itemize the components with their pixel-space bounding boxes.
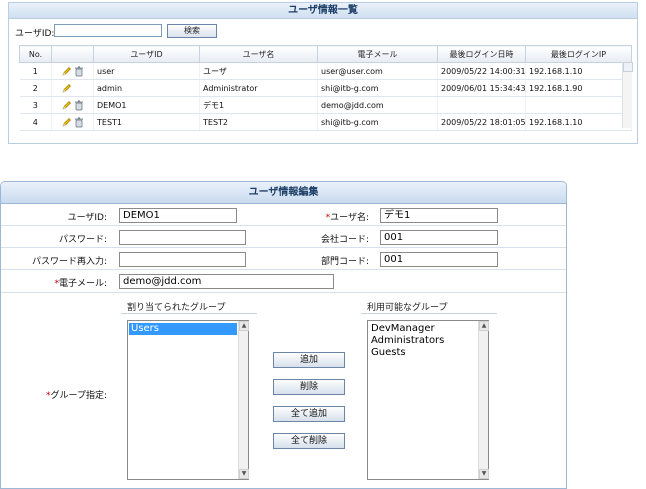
group-option[interactable]: Guests <box>369 347 477 359</box>
pencil-icon[interactable] <box>61 100 72 111</box>
row-actions <box>51 113 94 131</box>
row-user-name: ユーザ <box>199 62 318 80</box>
row-user-name: Administrator <box>199 79 318 97</box>
trash-icon[interactable] <box>74 100 84 111</box>
add-group-button[interactable]: 追加 <box>273 352 345 368</box>
assigned-groups-options: Users <box>129 323 237 335</box>
scroll-up-icon[interactable]: ▲ <box>479 321 489 331</box>
row-email: shi@itb-g.com <box>317 113 438 131</box>
row-user-id: TEST1 <box>93 113 200 131</box>
available-groups-header: 利用可能なグループ <box>361 300 497 314</box>
row-no: 2 <box>19 79 52 97</box>
remove-all-groups-button[interactable]: 全て削除 <box>273 433 345 449</box>
column-header-no[interactable]: No. <box>19 45 52 63</box>
user-name-field[interactable]: デモ1 <box>380 208 498 223</box>
row-last-login: 2009/05/22 14:00:31 <box>437 62 526 80</box>
group-option[interactable]: DevManager <box>369 323 477 335</box>
row-no: 1 <box>19 62 52 80</box>
form-row-password: パスワード: 会社コード: 001 <box>1 227 566 248</box>
table-row[interactable]: 1 user ユーザ user@user.com 2009/05/22 14:0… <box>19 62 632 80</box>
table-row[interactable]: 3 DEMO1 デモ1 demo@jdd.com <box>19 96 632 114</box>
company-code-label: 会社コード: <box>320 235 369 245</box>
row-user-name: TEST2 <box>199 113 318 131</box>
column-header-last-ip[interactable]: 最後ログインIP <box>525 45 632 63</box>
dept-code-field[interactable]: 001 <box>380 252 498 267</box>
scroll-up-icon[interactable]: ▲ <box>239 321 249 331</box>
form-row-user-id: ユーザID: DEMO1 *ユーザ名: デモ1 <box>1 205 566 226</box>
group-assignment-section: *グループ指定: 割り当てられたグループ Users ▲ ▼ 追加 削除 全て追… <box>1 294 566 489</box>
list-scrollbar[interactable] <box>622 62 633 128</box>
available-groups-scrollbar[interactable]: ▲ ▼ <box>478 321 489 479</box>
column-header-email[interactable]: 電子メール <box>317 45 438 63</box>
scroll-down-icon[interactable]: ▼ <box>479 469 489 479</box>
user-id-search-input[interactable] <box>54 24 162 37</box>
row-no: 4 <box>19 113 52 131</box>
password-confirm-field[interactable] <box>119 252 246 267</box>
available-groups-list[interactable]: DevManager Administrators Guests ▲ ▼ <box>367 320 489 480</box>
form-row-email: *電子メール: demo@jdd.com <box>1 271 566 293</box>
assigned-groups-header: 割り当てられたグループ <box>121 300 257 314</box>
password-confirm-label: パスワード再入力: <box>31 257 107 267</box>
remove-group-button[interactable]: 削除 <box>273 379 345 395</box>
column-header-last-login[interactable]: 最後ログイン日時 <box>437 45 526 63</box>
search-bar: ユーザID: 検索 <box>9 20 637 42</box>
column-header-user-id[interactable]: ユーザID <box>93 45 200 63</box>
user-id-label: ユーザID: <box>67 213 107 223</box>
row-no: 3 <box>19 96 52 114</box>
table-header-row: No. ユーザID ユーザ名 電子メール 最後ログイン日時 最後ログインIP <box>19 45 632 63</box>
row-email: user@user.com <box>317 62 438 80</box>
table-row[interactable]: 4 TEST1 TEST2 shi@itb-g.com 2009/05/22 1… <box>19 113 632 131</box>
company-code-field[interactable]: 001 <box>380 230 498 245</box>
group-label: *グループ指定: <box>46 391 107 401</box>
column-header-actions <box>51 45 94 63</box>
user-list-panel: ユーザ情報一覧 ユーザID: 検索 No. ユーザID ユーザ名 電子メール 最… <box>8 2 638 144</box>
row-actions <box>51 79 94 97</box>
pencil-icon[interactable] <box>61 117 72 128</box>
row-user-id: DEMO1 <box>93 96 200 114</box>
search-button[interactable]: 検索 <box>167 24 217 38</box>
row-last-ip: 192.168.1.10 <box>525 113 632 131</box>
form-row-password-confirm: パスワード再入力: 部門コード: 001 <box>1 249 566 270</box>
add-all-groups-button[interactable]: 全て追加 <box>273 406 345 422</box>
row-actions <box>51 96 94 114</box>
row-last-ip: 192.168.1.10 <box>525 62 632 80</box>
password-field[interactable] <box>119 230 246 245</box>
scroll-up-button[interactable] <box>623 62 633 72</box>
trash-icon[interactable] <box>74 117 84 128</box>
row-user-id: admin <box>93 79 200 97</box>
user-name-label: *ユーザ名: <box>325 213 369 223</box>
row-last-login <box>437 96 526 114</box>
user-edit-title: ユーザ情報編集 <box>1 182 566 204</box>
group-option[interactable]: Administrators <box>369 335 477 347</box>
user-id-field[interactable]: DEMO1 <box>119 208 237 223</box>
trash-icon[interactable] <box>74 66 84 77</box>
table-row[interactable]: 2 admin Administrator shi@itb-g.com 2009… <box>19 79 632 97</box>
row-last-ip <box>525 96 632 114</box>
search-label: ユーザID: <box>15 29 55 39</box>
row-user-id: user <box>93 62 200 80</box>
row-last-login: 2009/05/22 18:01:05 <box>437 113 526 131</box>
assigned-groups-list[interactable]: Users ▲ ▼ <box>127 320 249 480</box>
user-edit-panel: ユーザ情報編集 ユーザID: DEMO1 *ユーザ名: デモ1 パスワード: 会… <box>0 181 567 489</box>
pencil-icon[interactable] <box>61 83 72 94</box>
row-email: demo@jdd.com <box>317 96 438 114</box>
password-label: パスワード: <box>58 235 107 245</box>
row-actions <box>51 62 94 80</box>
row-email: shi@itb-g.com <box>317 79 438 97</box>
row-user-name: デモ1 <box>199 96 318 114</box>
scroll-down-icon[interactable]: ▼ <box>239 469 249 479</box>
pencil-icon[interactable] <box>61 66 72 77</box>
dept-code-label: 部門コード: <box>320 257 369 267</box>
email-label: *電子メール: <box>54 279 107 289</box>
row-last-login: 2009/06/01 15:34:43 <box>437 79 526 97</box>
group-option[interactable]: Users <box>129 323 237 335</box>
row-last-ip: 192.168.1.90 <box>525 79 632 97</box>
assigned-groups-scrollbar[interactable]: ▲ ▼ <box>238 321 249 479</box>
user-table: No. ユーザID ユーザ名 電子メール 最後ログイン日時 最後ログインIP 1… <box>19 45 632 131</box>
column-header-user-name[interactable]: ユーザ名 <box>199 45 318 63</box>
user-list-title: ユーザ情報一覧 <box>9 3 637 19</box>
email-field[interactable]: demo@jdd.com <box>119 274 334 289</box>
available-groups-options: DevManager Administrators Guests <box>369 323 477 359</box>
